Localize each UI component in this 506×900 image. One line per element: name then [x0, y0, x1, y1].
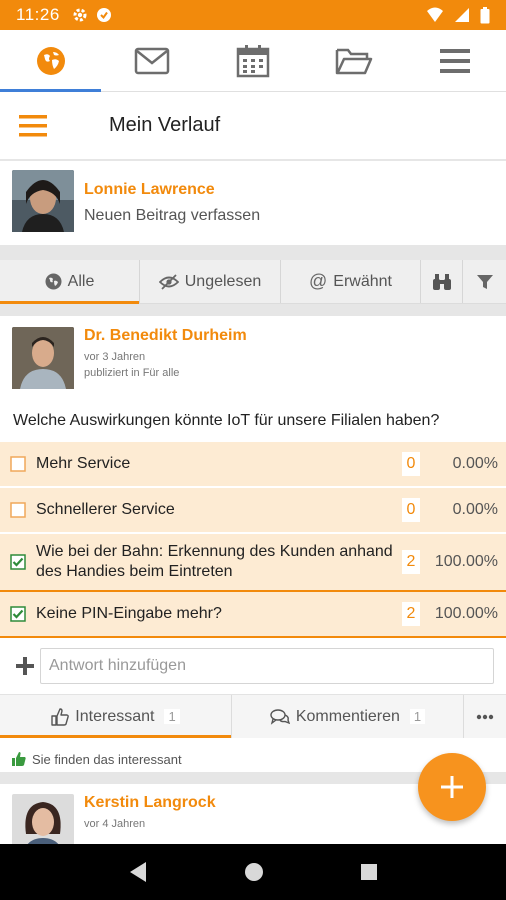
avatar [12, 794, 74, 844]
eye-slash-icon [158, 273, 179, 290]
filter-unread[interactable]: Ungelesen [140, 260, 281, 303]
poll-option-percent: 100.00% [434, 553, 498, 570]
comment-button[interactable]: Kommentieren 1 [232, 695, 464, 738]
ellipsis-icon [476, 714, 494, 719]
settings-gear-icon [73, 8, 87, 22]
tab-files[interactable] [304, 30, 405, 91]
plus-icon [16, 657, 34, 675]
globe-icon [45, 273, 62, 290]
new-post-composer[interactable]: Lonnie Lawrence Neuen Beitrag verfassen [0, 161, 506, 245]
hamburger-button[interactable] [0, 92, 66, 160]
post-time: vor 3 Jahren [84, 351, 146, 363]
poll-option[interactable]: Keine PIN-Eingabe mehr? 2 100.00% [0, 592, 506, 638]
poll-option[interactable]: Wie bei der Bahn: Erkennung des Kunden a… [0, 534, 506, 592]
checkbox-checked-icon [10, 554, 26, 570]
filter-all[interactable]: Alle [0, 260, 140, 304]
battery-icon [480, 6, 490, 23]
filter-all-label: Alle [67, 272, 95, 290]
comments-icon [270, 708, 290, 725]
filter-button[interactable] [463, 260, 506, 303]
home-icon[interactable] [244, 862, 264, 882]
poll-option-text: Mehr Service [36, 455, 131, 472]
wifi-icon [427, 7, 443, 22]
poll-option-percent: 0.00% [452, 501, 498, 518]
post-published-in: publiziert in Für alle [84, 367, 180, 379]
comment-count: 1 [409, 709, 426, 724]
checkbox-checked-icon [10, 606, 26, 622]
add-answer-row [0, 638, 506, 694]
thumbs-up-icon [12, 752, 26, 766]
funnel-icon [476, 274, 493, 289]
plus-icon [441, 776, 463, 798]
binoculars-icon [432, 273, 451, 290]
filter-bar: Alle Ungelesen @ Erwähnt [0, 260, 506, 304]
tab-menu[interactable] [405, 30, 506, 91]
page-title: Mein Verlauf [109, 114, 221, 136]
poll-post: Dr. Benedikt Durheim vor 3 Jahren publiz… [0, 316, 506, 772]
post-time: vor 4 Jahren [84, 818, 146, 830]
folder-icon [335, 48, 373, 74]
tab-activity[interactable] [0, 30, 102, 92]
interesting-button[interactable]: Interessant 1 [0, 695, 232, 738]
poll-option-text: Wie bei der Bahn: Erkennung des Kunden a… [36, 543, 393, 580]
add-answer-input[interactable] [40, 648, 494, 684]
binoculars-button[interactable] [421, 260, 463, 303]
thumbs-up-icon [51, 707, 70, 726]
poll-option-percent: 100.00% [434, 605, 498, 622]
post-author[interactable]: Dr. Benedikt Durheim [84, 327, 247, 345]
poll-question: Welche Auswirkungen könnte IoT für unser… [13, 412, 440, 429]
filter-mentioned[interactable]: @ Erwähnt [281, 260, 421, 303]
signal-icon [455, 8, 469, 22]
add-answer-button[interactable] [10, 657, 40, 675]
interesting-count: 1 [164, 709, 180, 724]
poll-option-percent: 0.00% [452, 455, 498, 472]
poll-option-count: 2 [402, 550, 420, 574]
tab-calendar[interactable] [202, 30, 303, 91]
poll-option-count: 0 [402, 498, 420, 522]
poll-option-count: 0 [402, 452, 420, 476]
at-sign-icon: @ [309, 271, 328, 291]
filter-mentioned-label: Erwähnt [333, 272, 392, 290]
back-icon[interactable] [128, 861, 148, 883]
top-nav [0, 30, 506, 92]
avatar [12, 169, 74, 237]
calendar-icon [236, 44, 270, 77]
likes-text: Sie finden das interessant [32, 751, 182, 767]
globe-icon [36, 46, 65, 75]
menu-icon [440, 48, 471, 73]
mail-icon [134, 47, 170, 74]
new-post-prompt[interactable]: Neuen Beitrag verfassen [84, 207, 260, 225]
interesting-label: Interessant [75, 707, 155, 725]
system-nav-bar [0, 844, 506, 900]
new-post-fab[interactable] [418, 753, 486, 821]
status-time: 11:26 [16, 5, 60, 24]
checkbox-empty-icon [10, 456, 26, 472]
poll-option-count: 2 [402, 602, 420, 626]
recents-icon[interactable] [360, 863, 378, 881]
filter-unread-label: Ungelesen [184, 272, 262, 290]
tab-messages[interactable] [101, 30, 202, 91]
post-author[interactable]: Kerstin Langrock [84, 794, 216, 812]
comment-label: Kommentieren [295, 707, 400, 725]
checkbox-empty-icon [10, 502, 26, 518]
page-header: Mein Verlauf [0, 92, 506, 160]
sync-icon [96, 8, 111, 22]
poll-options: Mehr Service 0 0.00% Schnellerer Service… [0, 442, 506, 638]
poll-option-text: Keine PIN-Eingabe mehr? [36, 605, 222, 622]
poll-option[interactable]: Mehr Service 0 0.00% [0, 442, 506, 488]
status-bar: 11:26 [0, 0, 506, 30]
poll-option-text: Schnellerer Service [36, 501, 175, 518]
more-options-button[interactable] [464, 695, 506, 738]
avatar [12, 327, 74, 394]
hamburger-icon [19, 114, 47, 136]
post-actions: Interessant 1 Kommentieren 1 [0, 694, 506, 738]
composer-user-name[interactable]: Lonnie Lawrence [84, 181, 260, 199]
poll-option[interactable]: Schnellerer Service 0 0.00% [0, 488, 506, 534]
